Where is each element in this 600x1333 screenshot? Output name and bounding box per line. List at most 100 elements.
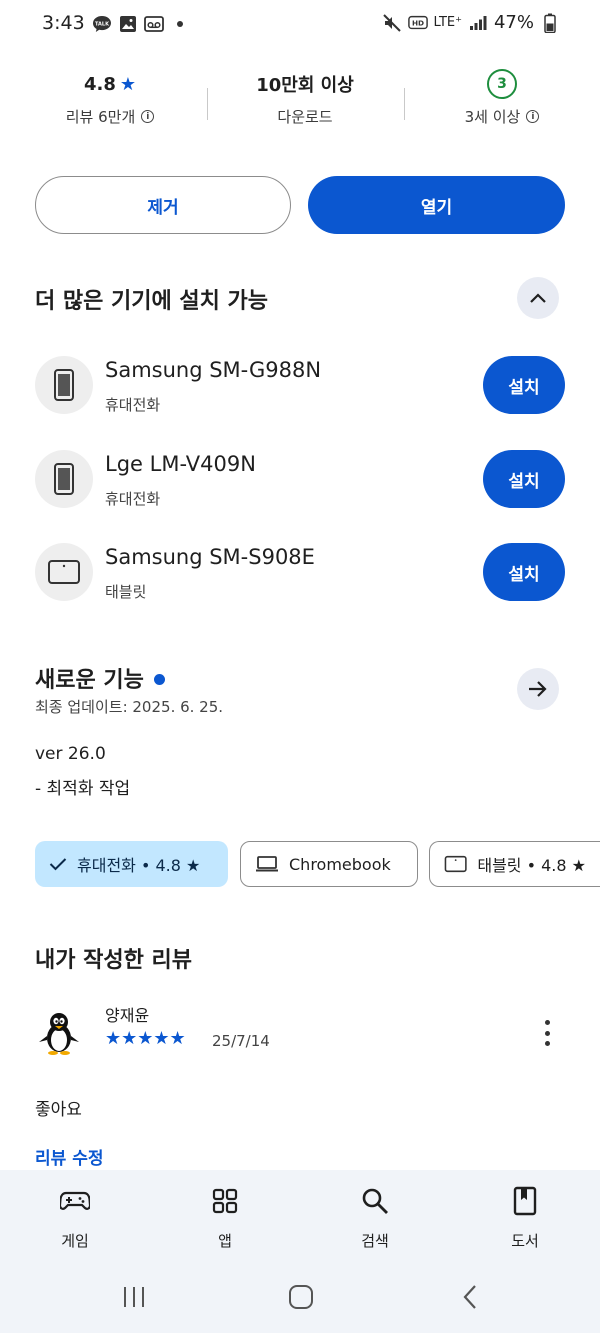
app-stats: 4.8 ★ 리뷰 6만개 i 10만회 이상 다운로드 3 3세 이상 i: [0, 69, 600, 150]
more-options-button[interactable]: [535, 1017, 559, 1049]
device-type: 태블릿: [105, 583, 147, 601]
new-indicator-dot: [153, 673, 165, 685]
talk-chat-icon: TALK: [92, 14, 112, 34]
review-count: 리뷰 6만개: [65, 108, 136, 126]
search-icon: [362, 1188, 388, 1214]
phone-icon: [54, 369, 74, 401]
chip-chromebook[interactable]: Chromebook: [240, 841, 418, 887]
downloads-label: 다운로드: [277, 108, 333, 126]
nav-apps[interactable]: 앱: [175, 1184, 275, 1251]
battery-percent: 47%: [493, 12, 534, 33]
more-devices-title: 더 많은 기기에 설치 가능: [35, 289, 269, 314]
nav-label: 게임: [61, 1232, 89, 1250]
status-right: HD LTE⁺ 47%: [382, 12, 561, 33]
back-icon: [463, 1285, 476, 1309]
back-button[interactable]: [458, 1282, 482, 1312]
phone-icon: [54, 463, 74, 495]
release-note: - 최적화 작업: [35, 779, 131, 799]
apps-grid-icon: [212, 1188, 238, 1214]
nav-books[interactable]: 도서: [475, 1184, 575, 1251]
device-icon-wrap: [35, 356, 93, 414]
collapse-button[interactable]: [517, 277, 559, 319]
arrow-right-icon: [529, 681, 547, 697]
nav-label: 검색: [361, 1232, 389, 1250]
tablet-icon: [444, 855, 467, 873]
kebab-dot: [544, 1030, 550, 1036]
downloads-value: 10만회 이상: [256, 75, 354, 96]
chip-label: Chromebook: [289, 854, 391, 874]
last-updated: 최종 업데이트: 2025. 6. 25.: [35, 698, 224, 716]
open-button[interactable]: 열기: [308, 176, 565, 234]
home-button[interactable]: [287, 1282, 315, 1312]
device-icon-wrap: [35, 543, 93, 601]
tablet-icon: [48, 560, 80, 584]
kebab-dot: [544, 1041, 550, 1046]
voicemail-icon: [144, 14, 164, 34]
laptop-icon: [256, 856, 278, 872]
my-review-title: 내가 작성한 리뷰: [35, 948, 192, 973]
status-time: 3:43: [42, 12, 85, 34]
nav-search[interactable]: 검색: [325, 1184, 425, 1251]
nav-label: 앱: [218, 1232, 232, 1250]
device-item: Samsung SM-S908E 태블릿 설치: [35, 543, 565, 603]
nav-label: 도서: [511, 1232, 539, 1250]
device-name: Samsung SM-S908E: [105, 545, 315, 569]
mute-icon: [382, 13, 402, 33]
gamepad-icon: [60, 1191, 90, 1210]
book-icon: [513, 1186, 537, 1216]
age-rating-stat[interactable]: 3 3세 이상 i: [402, 69, 600, 127]
device-item: Samsung SM-G988N 휴대전화 설치: [35, 356, 565, 416]
whats-new-title: 새로운 기능: [35, 662, 165, 694]
chevron-up-icon: [530, 293, 546, 303]
chip-label: 태블릿 • 4.8 ★: [477, 856, 586, 875]
whats-new-title-text: 새로운 기능: [35, 668, 144, 693]
install-button[interactable]: 설치: [483, 450, 565, 508]
downloads-stat: 10만회 이상 다운로드: [205, 70, 405, 127]
age-rating-label: 3세 이상: [464, 108, 521, 126]
check-icon: [49, 858, 67, 871]
penguin-avatar-icon: [39, 1013, 79, 1055]
info-icon: i: [141, 110, 155, 123]
review-text: 좋아요: [35, 1100, 82, 1120]
svg-text:TALK: TALK: [95, 22, 110, 28]
device-item: Lge LM-V409N 휴대전화 설치: [35, 450, 565, 510]
device-type: 휴대전화: [105, 396, 161, 414]
edit-review-link[interactable]: 리뷰 수정: [35, 1144, 103, 1169]
bottom-navigation: 게임 앱 검색 도서: [0, 1170, 600, 1260]
image-icon: [118, 14, 138, 34]
age-rating-badge: 3: [487, 69, 517, 99]
status-bar: 3:43 TALK HD LTE⁺ 47%: [0, 0, 600, 50]
signal-icon: [468, 13, 488, 33]
version-text: ver 26.0: [35, 744, 106, 764]
hd-voice-icon: HD: [407, 13, 428, 33]
kebab-dot: [544, 1020, 550, 1025]
info-icon: i: [526, 110, 540, 123]
notification-icons: TALK: [92, 14, 190, 34]
device-name: Samsung SM-G988N: [105, 358, 322, 382]
rating-stat[interactable]: 4.8 ★ 리뷰 6만개 i: [10, 70, 210, 127]
rating-value: 4.8: [83, 73, 116, 95]
nav-games[interactable]: 게임: [25, 1184, 125, 1251]
device-name: Lge LM-V409N: [105, 452, 256, 476]
review-stars: ★★★★★: [105, 1028, 186, 1049]
chip-phone[interactable]: 휴대전화 • 4.8 ★: [35, 841, 228, 887]
install-button[interactable]: 설치: [483, 543, 565, 601]
whats-new-more-button[interactable]: [517, 668, 559, 710]
uninstall-button[interactable]: 제거: [35, 176, 291, 234]
star-icon: ★: [119, 73, 137, 95]
battery-icon: [540, 13, 560, 33]
install-button[interactable]: 설치: [483, 356, 565, 414]
device-icon-wrap: [35, 450, 93, 508]
recent-apps-button[interactable]: [120, 1282, 148, 1312]
recent-apps-icon: [124, 1287, 144, 1307]
chip-label: 휴대전화 • 4.8 ★: [77, 856, 201, 875]
svg-text:HD: HD: [411, 18, 423, 27]
home-icon: [289, 1285, 313, 1309]
avatar: [36, 1010, 82, 1056]
review-date: 25/7/14: [212, 1032, 270, 1050]
reviewer-name: 양재윤: [105, 1006, 150, 1025]
chip-tablet[interactable]: 태블릿 • 4.8 ★: [429, 841, 600, 887]
device-type: 휴대전화: [105, 490, 161, 508]
network-type: LTE⁺: [433, 15, 462, 30]
system-navigation-bar: [0, 1260, 600, 1333]
